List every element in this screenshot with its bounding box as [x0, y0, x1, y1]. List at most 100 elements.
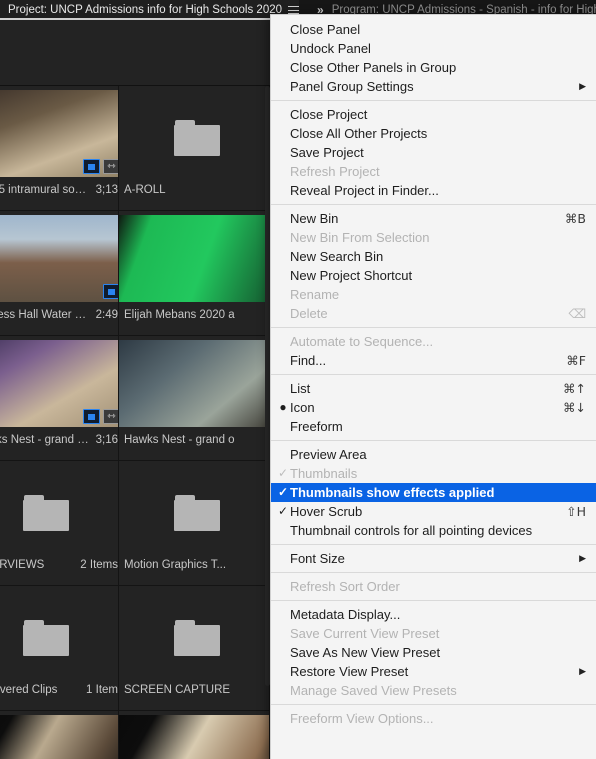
project-bin-item[interactable]: SCREEN CAPTURE [119, 586, 270, 711]
project-bin-item[interactable]: A-ROLL [119, 86, 270, 211]
project-grid-row: INTERVIEWS 2 Items Motion Graphics T... [0, 461, 270, 586]
menu-item: Refresh Sort Order [271, 577, 596, 596]
item-thumbnail[interactable] [119, 215, 269, 302]
menu-separator [271, 544, 596, 545]
panel-context-menu[interactable]: Close Panel Undock Panel Close Other Panel… [270, 14, 596, 759]
menu-item-label: Reveal Project in Finder... [290, 183, 439, 198]
item-thumbnail[interactable] [119, 590, 269, 677]
menu-item[interactable]: Find... ⌘F [271, 351, 596, 370]
item-thumbnail[interactable] [0, 590, 118, 677]
menu-separator [271, 440, 596, 441]
item-name: Recovered Clips [0, 684, 58, 696]
menu-item[interactable]: Restore View Preset ▶ [271, 662, 596, 681]
menu-item[interactable]: Preview Area [271, 445, 596, 464]
audio-waveform-icon[interactable]: ⇿ [103, 159, 118, 174]
menu-item[interactable]: List ⌘↑ [271, 379, 596, 398]
item-thumbnail[interactable] [119, 465, 269, 552]
project-clip-item[interactable]: ⇿ Hawks Nest - grand o... 3;16 [0, 336, 119, 461]
checkmark-icon: ✓ [277, 485, 289, 499]
menu-item-label: Find... [290, 353, 327, 368]
thumbnail-badges: ⇿ [83, 409, 118, 424]
app-root: Project: UNCP Admissions info for High S… [0, 0, 596, 759]
menu-item[interactable]: Close Other Panels in Group [271, 58, 596, 77]
item-meta: A-ROLL [119, 184, 269, 196]
project-bin-item[interactable]: Motion Graphics T... [119, 461, 270, 586]
menu-item-shortcut: ⌫ [568, 306, 586, 321]
menu-item[interactable]: Thumbnail controls for all pointing devi… [271, 521, 596, 540]
item-thumbnail[interactable]: ⇿ [0, 90, 118, 177]
item-thumbnail[interactable] [119, 90, 269, 177]
film-strip-icon[interactable] [83, 159, 100, 174]
folder-icon [173, 120, 220, 156]
menu-item: Delete ⌫ [271, 304, 596, 323]
film-strip-icon[interactable] [103, 284, 118, 299]
menu-item-label: Refresh Project [290, 164, 380, 179]
menu-item[interactable]: Save Project [271, 143, 596, 162]
menu-separator [271, 204, 596, 205]
menu-item[interactable]: Freeform [271, 417, 596, 436]
menu-item[interactable]: Close Project [271, 105, 596, 124]
item-thumbnail[interactable] [119, 715, 269, 759]
menu-item[interactable]: Close Panel [271, 20, 596, 39]
item-duration: 2 Items [80, 559, 118, 571]
menu-item: Manage Saved View Presets [271, 681, 596, 700]
radio-bullet-icon: ● [279, 400, 287, 414]
thumbnail-image [0, 215, 118, 302]
menu-item[interactable]: New Bin ⌘B [271, 209, 596, 228]
menu-item-label: Freeform [290, 419, 343, 434]
menu-item[interactable]: ✓ Thumbnails show effects applied [271, 483, 596, 502]
project-clip-item[interactable]: Cypress Hall Water To... 2:49 [0, 211, 119, 336]
project-item-grid[interactable]: ⇿ 00025 intramural soc... 3;13 A-ROLL Cypres… [0, 86, 270, 759]
audio-waveform-icon[interactable]: ⇿ [103, 409, 118, 424]
item-thumbnail[interactable] [119, 340, 269, 427]
tab-project-panel[interactable]: Project: UNCP Admissions info for High S… [0, 0, 289, 20]
menu-item-label: Refresh Sort Order [290, 579, 400, 594]
menu-item-shortcut: ⌘F [566, 353, 586, 368]
menu-item[interactable]: ● Icon ⌘↓ [271, 398, 596, 417]
submenu-arrow-icon: ▶ [579, 666, 586, 676]
project-clip-item[interactable] [0, 711, 119, 759]
menu-item-label: New Project Shortcut [290, 268, 413, 283]
menu-item[interactable]: New Project Shortcut [271, 266, 596, 285]
menu-item[interactable]: Undock Panel [271, 39, 596, 58]
menu-item: Refresh Project [271, 162, 596, 181]
menu-item[interactable]: Reveal Project in Finder... [271, 181, 596, 200]
item-name: A-ROLL [124, 184, 166, 196]
item-thumbnail[interactable]: ⇿ [0, 340, 118, 427]
menu-item-label: Preview Area [290, 447, 367, 462]
item-thumbnail[interactable] [0, 465, 118, 552]
menu-item[interactable]: Close All Other Projects [271, 124, 596, 143]
menu-item[interactable]: Save As New View Preset [271, 643, 596, 662]
thumbnail-image [119, 340, 269, 427]
menu-item-label: Restore View Preset [290, 664, 409, 679]
project-clip-item[interactable] [119, 711, 270, 759]
menu-item[interactable]: Font Size ▶ [271, 549, 596, 568]
item-duration: 1 Item [86, 684, 118, 696]
menu-item-label: Save Project [290, 145, 364, 160]
menu-item[interactable]: New Search Bin [271, 247, 596, 266]
item-meta: Cypress Hall Water To... 2:49 [0, 309, 118, 321]
item-name: Hawks Nest - grand o [124, 434, 235, 446]
folder-icon [22, 495, 69, 531]
film-strip-icon[interactable] [83, 409, 100, 424]
menu-item[interactable]: Metadata Display... [271, 605, 596, 624]
project-clip-item[interactable]: Elijah Mebans 2020 a [119, 211, 270, 336]
submenu-arrow-icon: ▶ [579, 81, 586, 91]
project-panel: ⇿ 00025 intramural soc... 3;13 A-ROLL Cypres… [0, 20, 270, 759]
menu-item: ✓ Thumbnails [271, 464, 596, 483]
project-bin-item[interactable]: INTERVIEWS 2 Items [0, 461, 119, 586]
menu-item-label: Close All Other Projects [290, 126, 428, 141]
menu-item-label: Close Panel [290, 22, 361, 37]
project-clip-item[interactable]: ⇿ 00025 intramural soc... 3;13 [0, 86, 119, 211]
menu-item[interactable]: Panel Group Settings ▶ [271, 77, 596, 96]
checkmark-icon: ✓ [277, 466, 289, 480]
item-meta: Motion Graphics T... [119, 559, 269, 571]
menu-item-label: List [290, 381, 311, 396]
item-thumbnail[interactable] [0, 715, 118, 759]
menu-item[interactable]: ✓ Hover Scrub ⇧H [271, 502, 596, 521]
project-bin-item[interactable]: Recovered Clips 1 Item [0, 586, 119, 711]
project-clip-item[interactable]: Hawks Nest - grand o [119, 336, 270, 461]
item-thumbnail[interactable] [0, 215, 118, 302]
item-meta: SCREEN CAPTURE [119, 684, 269, 696]
menu-item-label: Thumbnails show effects applied [290, 485, 495, 500]
